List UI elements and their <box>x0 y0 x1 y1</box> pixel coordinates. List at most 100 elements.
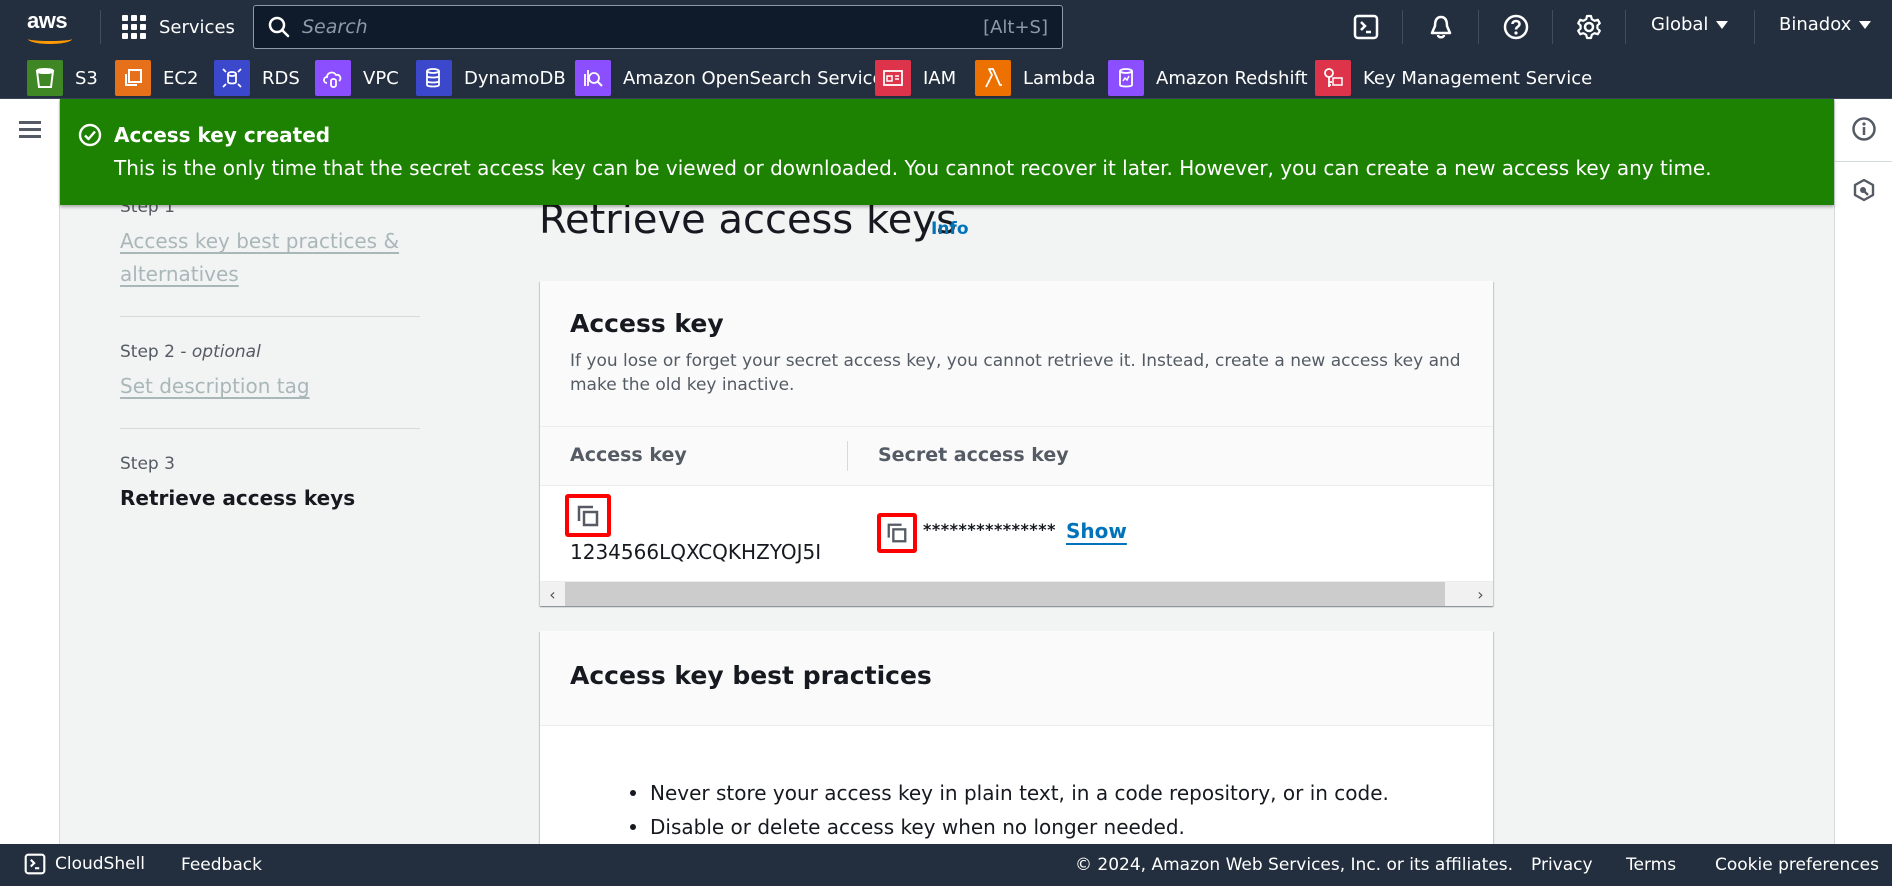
help-button[interactable] <box>1503 14 1529 40</box>
dynamodb-icon <box>416 60 452 96</box>
success-check-icon <box>78 123 102 147</box>
step-1-link[interactable]: Access key best practices & alternatives <box>120 225 420 291</box>
s3-icon <box>27 60 63 96</box>
list-item: Disable or delete access key when no lon… <box>630 810 1389 844</box>
card-title: Access key <box>570 309 724 338</box>
notifications-button[interactable] <box>1428 14 1454 40</box>
copy-access-key-button[interactable] <box>565 494 611 537</box>
copy-icon <box>887 523 907 543</box>
success-flash-banner: Access key created This is the only time… <box>60 99 1834 205</box>
caret-down-icon <box>1716 20 1729 29</box>
access-key-card: Access key If you lose or forget your se… <box>540 281 1493 606</box>
aws-logo[interactable]: aws <box>27 8 75 44</box>
scrollbar-thumb[interactable] <box>565 582 1445 606</box>
column-header-secret-access-key: Secret access key <box>878 444 1069 466</box>
top-navigation-bar: aws Services [Alt+S] Global Binadox <box>0 0 1892 54</box>
search-shortcut-hint: [Alt+S] <box>983 16 1048 38</box>
caret-down-icon <box>1859 20 1872 29</box>
security-panel-button[interactable] <box>1852 178 1876 202</box>
aws-smile-icon <box>28 34 72 44</box>
best-practices-list: Never store your access key in plain tex… <box>630 776 1389 844</box>
table-row: 1234566LQXCQKHZYOJ5I *************** Sho… <box>540 486 1493 581</box>
list-item: Never store your access key in plain tex… <box>630 776 1389 810</box>
region-selector[interactable]: Global <box>1651 14 1729 35</box>
favorite-ec2[interactable]: EC2 <box>115 60 198 96</box>
gear-icon <box>1577 14 1601 40</box>
column-header-access-key: Access key <box>570 444 687 466</box>
favorite-opensearch[interactable]: Amazon OpenSearch Service <box>575 60 884 96</box>
info-link[interactable]: Info <box>931 219 969 239</box>
divider <box>1754 10 1755 44</box>
scroll-left-arrow-icon[interactable]: ‹ <box>540 582 565 606</box>
column-divider <box>847 441 848 471</box>
flash-title: Access key created <box>114 123 331 147</box>
cloudshell-footer-button[interactable]: CloudShell <box>24 853 145 875</box>
cloudshell-button[interactable] <box>1353 14 1379 40</box>
divider <box>1402 10 1403 44</box>
ec2-icon <box>115 60 151 96</box>
bell-icon <box>1430 15 1452 39</box>
favorite-dynamodb[interactable]: DynamoDB <box>416 60 566 96</box>
kms-icon <box>1315 60 1351 96</box>
grid-icon <box>122 15 146 39</box>
lambda-icon <box>975 60 1011 96</box>
show-secret-button[interactable]: Show <box>1066 519 1127 543</box>
cloudshell-icon <box>1353 14 1379 40</box>
favorite-redshift[interactable]: Amazon Redshift <box>1108 60 1308 96</box>
step-2-link[interactable]: Set description tag <box>120 370 310 403</box>
table-header: Access key Secret access key <box>540 427 1493 486</box>
search-box[interactable]: [Alt+S] <box>253 5 1063 49</box>
settings-button[interactable] <box>1576 14 1602 40</box>
favorite-vpc[interactable]: VPC <box>315 60 399 96</box>
open-navigation-button[interactable] <box>19 121 41 139</box>
flash-message: This is the only time that the secret ac… <box>114 156 1712 180</box>
card-title: Access key best practices <box>570 661 932 690</box>
footer: CloudShell Feedback © 2024, Amazon Web S… <box>0 844 1892 886</box>
search-icon <box>268 16 290 38</box>
secret-access-key-masked: *************** <box>923 520 1057 539</box>
divider <box>1552 10 1553 44</box>
copy-secret-key-button[interactable] <box>877 513 917 553</box>
divider <box>100 10 101 44</box>
divider <box>120 428 420 429</box>
favorite-lambda[interactable]: Lambda <box>975 60 1095 96</box>
favorite-rds[interactable]: RDS <box>214 60 300 96</box>
card-header: Access key If you lose or forget your se… <box>540 281 1493 427</box>
privacy-link[interactable]: Privacy <box>1531 855 1593 875</box>
horizontal-scrollbar[interactable]: ‹ › <box>540 581 1493 606</box>
info-panel-button[interactable] <box>1851 116 1877 142</box>
redshift-icon <box>1108 60 1144 96</box>
account-menu[interactable]: Binadox <box>1779 14 1872 35</box>
info-icon <box>1852 117 1876 141</box>
services-menu-button[interactable]: Services <box>122 12 235 42</box>
divider <box>1478 10 1479 44</box>
favorite-iam[interactable]: IAM <box>875 60 956 96</box>
help-icon <box>1503 14 1529 40</box>
search-input[interactable] <box>290 16 984 38</box>
side-navigation-collapsed <box>0 99 60 844</box>
hexagon-icon <box>1853 178 1875 202</box>
cloudshell-icon <box>24 853 46 875</box>
divider <box>1835 161 1892 162</box>
cookie-preferences-link[interactable]: Cookie preferences <box>1715 855 1879 875</box>
best-practices-card: Access key best practices Never store yo… <box>540 631 1493 844</box>
divider <box>120 316 420 317</box>
divider <box>1625 10 1626 44</box>
step-3-label: Step 3 <box>120 454 175 474</box>
tools-panel-rail <box>1834 99 1892 844</box>
card-header: Access key best practices <box>540 631 1493 726</box>
step-3-current: Retrieve access keys <box>120 486 356 510</box>
favorite-kms[interactable]: Key Management Service <box>1315 60 1592 96</box>
copyright-text: © 2024, Amazon Web Services, Inc. or its… <box>1075 855 1514 875</box>
favorite-s3[interactable]: S3 <box>27 60 98 96</box>
step-2-label: Step 2 - optional <box>120 342 261 362</box>
access-key-id: 1234566LQXCQKHZYOJ5I <box>570 540 822 564</box>
copy-icon <box>577 505 599 526</box>
vpc-icon <box>315 60 351 96</box>
rds-icon <box>214 60 250 96</box>
feedback-link[interactable]: Feedback <box>181 855 262 875</box>
opensearch-icon <box>575 60 611 96</box>
scroll-right-arrow-icon[interactable]: › <box>1468 582 1493 606</box>
card-description: If you lose or forget your secret access… <box>570 351 1461 395</box>
terms-link[interactable]: Terms <box>1626 855 1676 875</box>
